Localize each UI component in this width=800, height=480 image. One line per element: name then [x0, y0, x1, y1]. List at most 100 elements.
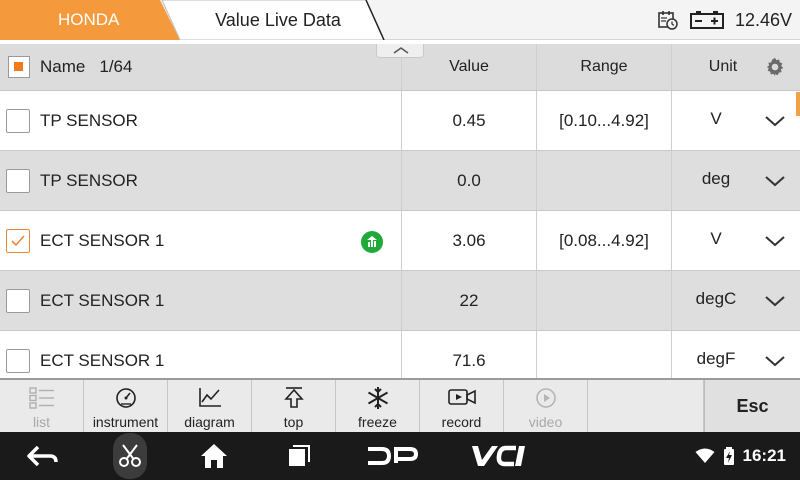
chevron-up-icon	[393, 47, 409, 54]
checkmark-icon	[11, 234, 25, 246]
row-unit: deg	[701, 169, 731, 188]
record-button[interactable]: record	[420, 380, 504, 432]
diagram-label: diagram	[184, 414, 235, 430]
select-all-checkbox[interactable]	[8, 56, 30, 78]
row-checkbox-checked[interactable]	[6, 228, 30, 253]
status-clock-area: 16:21	[695, 432, 786, 480]
gear-icon[interactable]	[764, 56, 786, 78]
gauge-icon	[115, 388, 136, 408]
table-row[interactable]: TP SENSOR 0.0 deg	[0, 151, 800, 211]
row-name: TP SENSOR	[40, 170, 138, 190]
chevron-down-icon[interactable]	[764, 295, 786, 307]
vci-logo-icon	[472, 445, 525, 467]
live-data-table: Name 1/64 Value Range Unit TP SENSOR 0.4…	[0, 44, 800, 378]
top-button[interactable]: top	[252, 380, 336, 432]
row-name: ECT SENSOR 1	[40, 350, 165, 370]
header-name-label: Name	[40, 57, 86, 76]
row-unit: V	[710, 109, 722, 128]
row-checkbox[interactable]	[6, 288, 30, 313]
scissors-icon	[119, 444, 141, 467]
battery-icon	[689, 11, 724, 29]
diagram-button[interactable]: diagram	[168, 380, 252, 432]
breadcrumb-brand[interactable]: HONDA	[0, 0, 180, 40]
breadcrumb-page-title: Value Live Data	[215, 10, 341, 30]
chevron-down-icon[interactable]	[764, 235, 786, 247]
table-row[interactable]: ECT SENSOR 1 71.6 degF	[0, 331, 800, 378]
chevron-down-icon[interactable]	[764, 175, 786, 187]
header-range: Range	[537, 44, 672, 90]
home-button[interactable]	[196, 432, 232, 480]
scrollbar[interactable]	[796, 92, 800, 116]
list-label: list	[32, 414, 51, 430]
row-checkbox[interactable]	[6, 108, 30, 133]
system-time: 16:21	[742, 446, 786, 465]
row-range: [0.08...4.92]	[537, 211, 672, 270]
video-button[interactable]: video	[504, 380, 588, 432]
header-name-cell: Name 1/64	[0, 44, 402, 90]
recent-apps-icon	[289, 445, 310, 466]
battery-charging-icon	[723, 447, 734, 465]
row-checkbox[interactable]	[6, 348, 30, 373]
row-range	[537, 331, 672, 378]
dp-logo-icon	[368, 447, 418, 465]
unit-selector[interactable]: V	[672, 91, 800, 150]
header-unit-cell: Unit	[672, 44, 800, 90]
row-range	[537, 271, 672, 330]
calendar-clock-icon	[658, 11, 678, 30]
snowflake-icon	[367, 387, 388, 409]
unit-selector[interactable]: deg	[672, 151, 800, 210]
arrow-up-icon	[283, 387, 304, 408]
row-checkbox[interactable]	[6, 168, 30, 193]
table-row[interactable]: TP SENSOR 0.45 [0.10...4.92] V	[0, 91, 800, 151]
recent-apps-button[interactable]	[282, 432, 316, 480]
freeze-label: freeze	[358, 414, 397, 430]
row-unit: degC	[695, 289, 737, 308]
item-count: 1/64	[99, 57, 133, 76]
row-value: 0.45	[402, 91, 537, 150]
record-label: record	[441, 414, 482, 430]
dp-app-button[interactable]	[364, 432, 420, 480]
system-navigation-bar: 16:21	[0, 432, 800, 480]
row-name: ECT SENSOR 1	[40, 290, 165, 310]
row-range	[537, 151, 672, 210]
title-bar: HONDA Value Live Data 12.46V	[0, 0, 800, 40]
video-label: video	[528, 414, 563, 430]
screenshot-button[interactable]	[110, 432, 150, 480]
row-value: 71.6	[402, 331, 537, 378]
back-button[interactable]	[20, 432, 66, 480]
status-area: 12.46V	[657, 0, 792, 40]
back-arrow-icon	[27, 445, 58, 467]
row-range: [0.10...4.92]	[537, 91, 672, 150]
list-button[interactable]: list	[0, 380, 84, 432]
esc-button[interactable]: Esc	[704, 380, 800, 432]
row-value: 3.06	[402, 211, 537, 270]
top-label: top	[283, 414, 304, 430]
table-row[interactable]: ECT SENSOR 1 22 degC	[0, 271, 800, 331]
play-circle-icon	[535, 388, 556, 408]
battery-voltage: 12.46V	[734, 9, 792, 30]
video-camera-icon	[447, 389, 476, 405]
row-value: 0.0	[402, 151, 537, 210]
row-unit: degF	[696, 349, 736, 368]
line-chart-icon	[198, 388, 221, 407]
chevron-down-icon[interactable]	[764, 355, 786, 367]
function-toolbar: list instrument diagram top freeze recor…	[0, 378, 800, 432]
row-value: 22	[402, 271, 537, 330]
row-name: TP SENSOR	[40, 110, 138, 130]
graph-indicator-icon	[361, 231, 383, 253]
wifi-icon	[695, 448, 715, 463]
collapse-header-handle[interactable]	[376, 44, 424, 58]
unit-selector[interactable]: degF	[672, 331, 800, 378]
chevron-down-icon[interactable]	[764, 115, 786, 127]
instrument-button[interactable]: instrument	[84, 380, 168, 432]
table-row[interactable]: ECT SENSOR 1 3.06 [0.08...4.92] V	[0, 211, 800, 271]
toolbar-spacer	[588, 380, 704, 432]
unit-selector[interactable]: degC	[672, 271, 800, 330]
row-unit: V	[710, 229, 722, 248]
unit-selector[interactable]: V	[672, 211, 800, 270]
home-icon	[201, 444, 227, 468]
row-name: ECT SENSOR 1	[40, 230, 165, 250]
freeze-button[interactable]: freeze	[336, 380, 420, 432]
instrument-label: instrument	[92, 414, 159, 430]
vci-app-button[interactable]	[466, 432, 528, 480]
